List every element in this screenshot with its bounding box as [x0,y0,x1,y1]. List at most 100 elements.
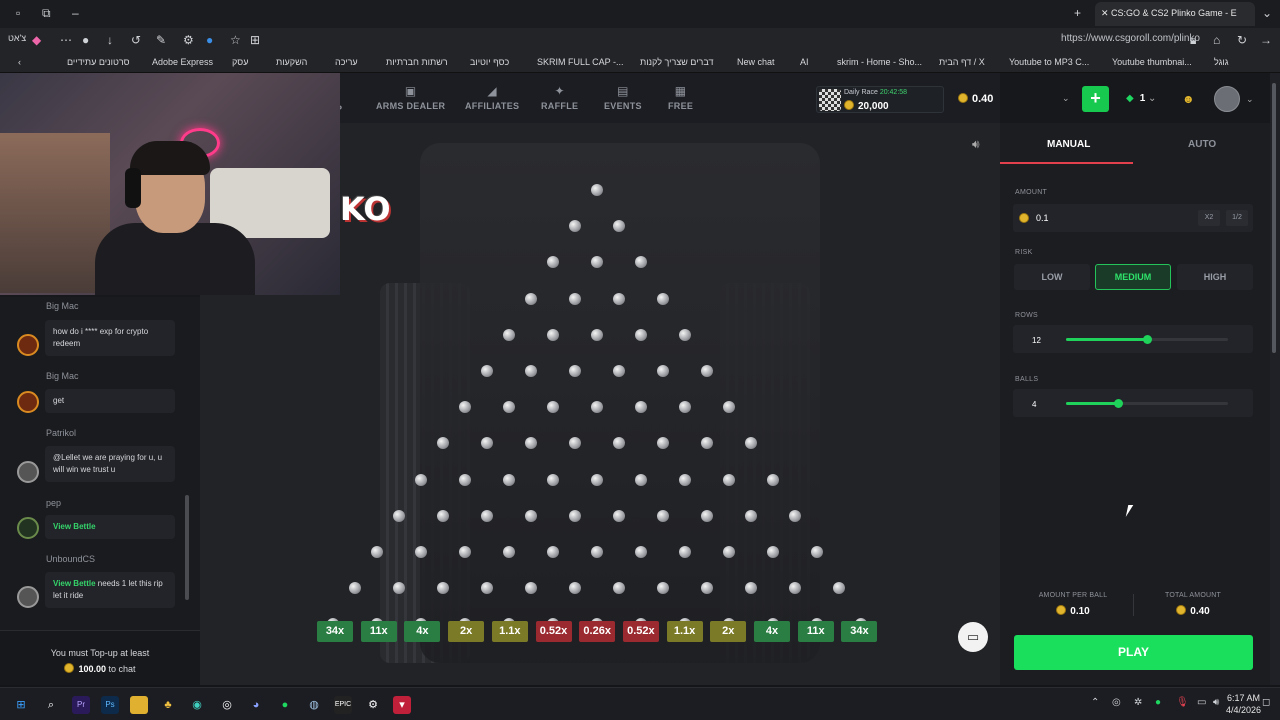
collections-icon[interactable]: ⊞ [250,33,260,47]
steam-icon[interactable]: ◍ [305,696,323,714]
tab-manual[interactable]: MANUAL [1047,139,1090,150]
chat-username[interactable]: Big Mac [46,371,79,381]
extensions-icon[interactable]: ✎ [156,33,166,47]
app-icon[interactable]: ◎ [218,696,236,714]
risk-low-button[interactable]: LOW [1014,264,1090,290]
address-bar[interactable]: https://www.csgoroll.com/plinko [1010,33,1200,44]
chat-username[interactable]: pep [46,498,61,508]
volume-icon[interactable]: 🔊︎ [1213,697,1219,708]
rows-slider[interactable] [1066,335,1228,344]
download-icon[interactable]: ↓ [107,33,113,47]
bookmark[interactable]: דברים שצריך לקנות [640,57,713,67]
tab-actions-icon[interactable]: ⧉ [42,6,51,21]
notifications-icon[interactable]: ◻ [1262,697,1270,708]
risk-medium-button[interactable]: MEDIUM [1095,264,1171,290]
bookmark[interactable]: Youtube to MP3 C... [1009,57,1089,67]
windows-start-icon[interactable]: ⊞ [12,696,30,714]
chat-scrollbar[interactable] [185,495,189,600]
bookmark[interactable]: AI [800,57,809,67]
more-icon[interactable]: ⋯ [60,33,72,47]
double-button[interactable]: X2 [1198,210,1220,226]
rewards-icon[interactable]: ☻ [1182,92,1195,106]
photoshop-icon[interactable]: Ps [101,696,119,714]
daily-race-widget[interactable]: Daily Race 20:42:58 20,000 [816,86,944,113]
bookmark[interactable]: SKRIM FULL CAP -... [537,57,624,67]
favorite-icon[interactable]: ☆ [230,33,241,47]
forward-icon[interactable]: → [1260,33,1272,47]
nav-events[interactable]: ▤ EVENTS [604,84,642,111]
bookmark[interactable]: New chat [737,57,775,67]
settings-icon[interactable]: ⚙ [183,33,194,47]
nav-affiliates[interactable]: ◢ AFFILIATES [465,84,519,111]
bookmark[interactable]: גוגל [1214,57,1229,67]
balance-dropdown-icon[interactable]: ⌄ [1062,93,1070,104]
account-icon[interactable]: ● [82,33,89,47]
user-badge[interactable] [17,586,39,608]
premiere-icon[interactable]: Pr [72,696,90,714]
user-badge[interactable] [17,391,39,413]
gem-balance[interactable]: ◆ 1 ⌄ [1126,93,1156,104]
bookmark[interactable]: עסק [232,57,248,67]
chat-username[interactable]: UnboundCS [46,554,95,564]
copilot-icon[interactable]: ◆ [32,33,41,47]
spotify-icon[interactable]: ● [276,696,294,714]
bookmark[interactable]: Youtube thumbnai... [1112,57,1192,67]
tray-app-icon[interactable]: ● [1155,697,1161,708]
bookmark[interactable]: כסף יוטיוב [470,57,509,67]
search-icon[interactable]: ⌕ [42,696,60,714]
epic-games-icon[interactable]: EPIC [334,696,352,714]
microphone-icon[interactable]: 🎙︎ [1176,697,1189,708]
tab-chevron-icon[interactable]: ⌄ [1262,6,1272,20]
bookmark[interactable]: רשתות חברתיות [386,57,448,67]
profile-label[interactable]: צ'אט [8,33,26,43]
settings-icon[interactable]: ⚙ [364,696,382,714]
minimize-icon[interactable]: – [72,6,79,20]
avatar[interactable] [1214,86,1240,112]
amount-value[interactable]: 0.1 [1036,213,1049,223]
app-icon[interactable]: ♣ [159,696,177,714]
bookmark[interactable]: דף הבית / X [939,57,985,67]
new-tab-icon[interactable]: + [1074,6,1081,20]
user-badge[interactable] [17,517,39,539]
bookmarks-scroll-icon[interactable]: ‹ [18,57,21,67]
play-button[interactable]: PLAY [1014,635,1253,670]
tray-expand-icon[interactable]: ⌃ [1091,697,1099,708]
shield-icon[interactable]: ● [206,33,213,47]
tab-auto[interactable]: AUTO [1188,139,1216,150]
edge-icon[interactable]: ◉ [188,696,206,714]
system-clock[interactable]: 6:17 AM 4/4/2026 [1226,692,1261,716]
discord-icon[interactable]: ◕ [247,696,265,714]
balance[interactable]: 0.40 [958,93,993,105]
bookmark[interactable]: סרטונים עתידיים [67,57,130,67]
bookmark[interactable]: השקעות [276,57,307,67]
user-badge[interactable] [17,461,39,483]
menu-icon[interactable]: ▫ [16,6,20,20]
app-icon[interactable]: ▾ [393,696,411,714]
rows-slider-handle[interactable] [1143,335,1152,344]
bookmark[interactable]: עריכה [335,57,358,67]
support-chat-button[interactable]: ▭ [958,622,988,652]
bookmark[interactable]: Adobe Express [152,57,213,67]
file-explorer-icon[interactable] [130,696,148,714]
half-button[interactable]: 1/2 [1226,210,1248,226]
nav-raffle[interactable]: ✦ RAFFLE [541,84,578,111]
deposit-button[interactable]: + [1082,86,1109,112]
bookmark[interactable]: skrim - Home - Sho... [837,57,922,67]
tray-app-icon[interactable]: ◎ [1112,697,1121,708]
balls-slider[interactable] [1066,399,1228,408]
tab-active[interactable]: ✕ CS:GO & CS2 Plinko Game - E [1095,2,1255,26]
chat-username[interactable]: Big Mac [46,301,79,311]
sound-icon[interactable]: 🔊︎ [972,137,980,152]
battle-link[interactable]: View Bettle [53,579,96,588]
history-icon[interactable]: ↺ [131,33,141,47]
scrollbar-thumb[interactable] [1272,83,1276,353]
balls-slider-handle[interactable] [1113,399,1123,408]
risk-high-button[interactable]: HIGH [1177,264,1253,290]
home-icon[interactable]: ⌂ [1213,33,1220,47]
profile-dropdown-icon[interactable]: ⌄ [1246,94,1254,105]
chat-username[interactable]: Patrikol [46,428,76,438]
nav-free[interactable]: ▦ FREE [668,84,693,111]
tray-app-icon[interactable]: ✲ [1134,697,1142,708]
nav-arms-dealer[interactable]: ▣ ARMS DEALER [376,84,445,111]
page-scrollbar[interactable] [1270,73,1280,685]
